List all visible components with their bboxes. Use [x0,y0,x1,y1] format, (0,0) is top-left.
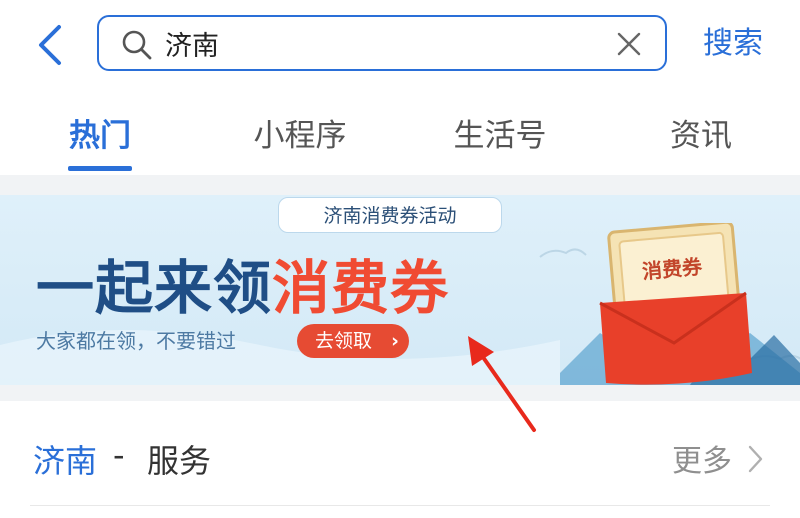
back-button[interactable] [30,22,70,68]
banner-section: 济南消费券活动 一起来领消费券 大家都在领，不要错过 去领取 › 消费券 [0,175,800,401]
search-input[interactable] [165,25,585,61]
chevron-right-icon[interactable] [745,444,765,474]
active-tab-indicator [68,166,132,171]
promo-banner[interactable]: 济南消费券活动 一起来领消费券 大家都在领，不要错过 去领取 › 消费券 [0,195,800,385]
divider [30,505,770,506]
close-icon[interactable] [615,30,643,58]
more-link[interactable]: 更多 [672,436,732,480]
banner-headline: 一起来领消费券 [36,253,449,323]
chevron-left-icon [39,25,61,65]
tab-life-accounts[interactable]: 生活号 [440,110,560,174]
coupon-envelope-illustration [560,223,800,385]
services-city: 济南 [33,442,98,480]
headline-part1: 一起来领 [36,254,273,322]
tab-hot[interactable]: 热门 [60,110,140,174]
banner-tag: 济南消费券活动 [278,197,502,233]
claim-button-label: 去领取 [315,330,373,352]
search-box[interactable] [97,15,667,71]
tab-bar: 热门 小程序 生活号 资讯 [0,110,800,174]
claim-coupon-button[interactable]: 去领取 › [297,324,409,358]
services-section-header: 济南 - 服务 更多 [0,416,800,496]
tab-mini-programs[interactable]: 小程序 [240,110,360,174]
services-separator: - [113,436,125,474]
search-icon [122,30,152,60]
annotation-arrow-icon [468,336,536,432]
search-button[interactable]: 搜索 [703,22,763,66]
chevron-right-icon: › [391,330,399,352]
services-label: 服务 [147,442,212,480]
tab-news[interactable]: 资讯 [656,110,746,174]
headline-part2: 消费券 [272,254,450,322]
banner-subtitle: 大家都在领，不要错过 [36,329,236,353]
